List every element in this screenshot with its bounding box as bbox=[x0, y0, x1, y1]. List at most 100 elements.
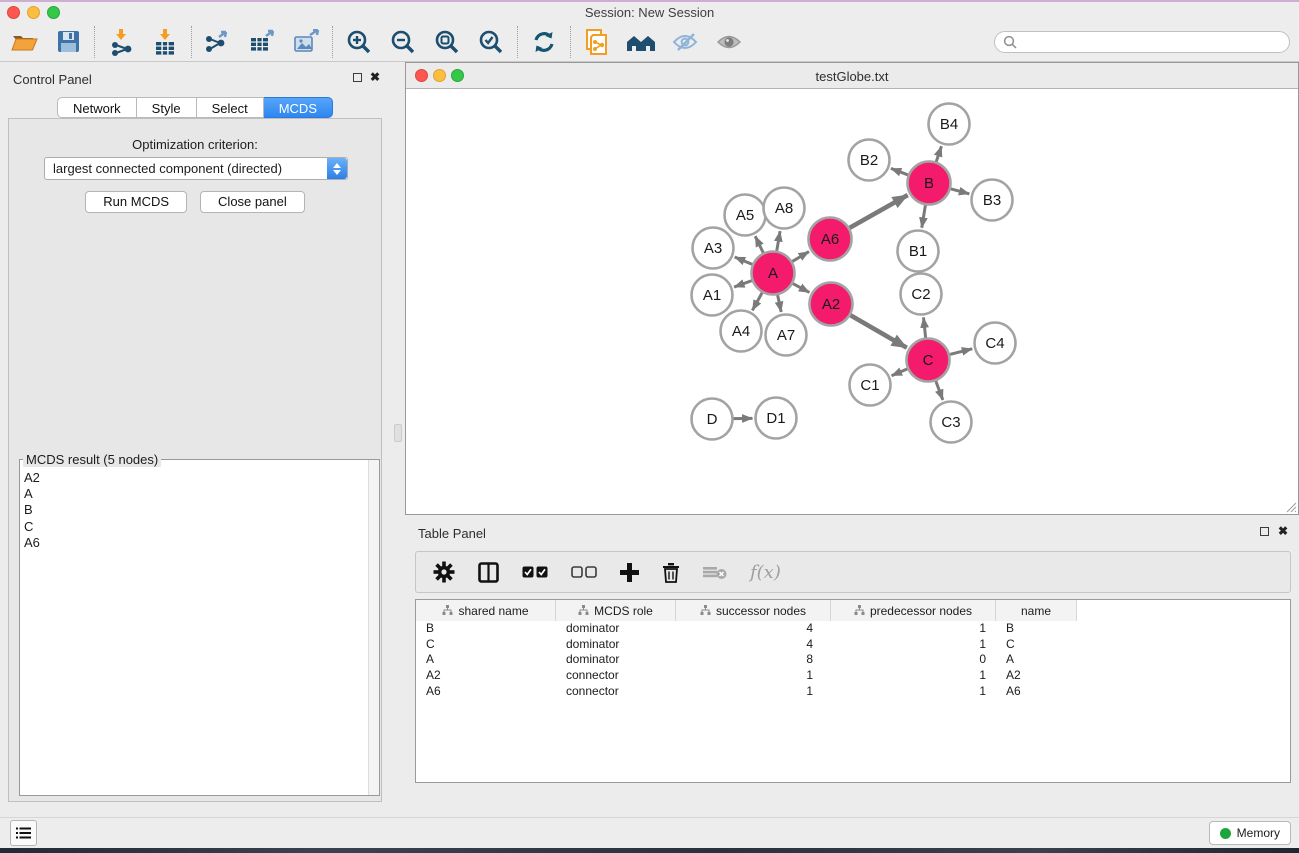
edge-A-A2[interactable] bbox=[793, 284, 810, 293]
node-A5[interactable]: A5 bbox=[725, 195, 766, 236]
tab-network[interactable]: Network bbox=[57, 97, 137, 118]
table-row[interactable]: Bdominator41B bbox=[416, 621, 1290, 637]
refresh-layout-button[interactable] bbox=[522, 24, 566, 60]
edge-A-A6[interactable] bbox=[792, 252, 809, 262]
close-panel-button[interactable]: Close panel bbox=[200, 191, 305, 213]
table-cell: B bbox=[416, 621, 556, 637]
toolbar-separator bbox=[332, 26, 333, 58]
task-history-button[interactable] bbox=[10, 820, 37, 846]
splitter-handle[interactable] bbox=[394, 424, 402, 442]
tab-mcds[interactable]: MCDS bbox=[264, 97, 333, 118]
edge-C-C4[interactable] bbox=[950, 349, 972, 355]
zoom-fit-button[interactable] bbox=[425, 24, 469, 60]
deselect-all-button[interactable] bbox=[571, 566, 597, 578]
node-B4[interactable]: B4 bbox=[929, 104, 970, 145]
node-C2[interactable]: C2 bbox=[901, 274, 942, 315]
scrollbar[interactable] bbox=[368, 460, 379, 795]
edge-A-A8[interactable] bbox=[777, 231, 780, 251]
node-C3[interactable]: C3 bbox=[931, 402, 972, 443]
mcds-result-item[interactable]: A2 bbox=[24, 470, 367, 486]
table-cell: A6 bbox=[996, 684, 1077, 700]
delete-column-button[interactable] bbox=[662, 562, 680, 583]
column-visibility-button[interactable] bbox=[478, 562, 499, 583]
save-session-button[interactable] bbox=[46, 24, 90, 60]
network-canvas[interactable]: A A1 A3A5A8A6 A2 A4A7 B B2 B4B3 B1 C C2 C4 C1 C3 D D1 bbox=[406, 90, 1298, 514]
node-B[interactable]: B bbox=[908, 162, 951, 205]
edge-B-B1[interactable] bbox=[922, 205, 926, 228]
add-column-button[interactable] bbox=[620, 563, 639, 582]
edge-C-C2[interactable] bbox=[923, 317, 925, 337]
node-B1[interactable]: B1 bbox=[898, 231, 939, 272]
memory-button[interactable]: Memory bbox=[1209, 821, 1291, 845]
open-session-button[interactable] bbox=[2, 24, 46, 60]
node-A7[interactable]: A7 bbox=[766, 315, 807, 356]
export-table-button[interactable] bbox=[240, 24, 284, 60]
table-row[interactable]: A6connector11A6 bbox=[416, 684, 1290, 700]
table-row[interactable]: Adominator80A bbox=[416, 652, 1290, 668]
edge-C-C3[interactable] bbox=[936, 381, 943, 400]
zoom-out-button[interactable] bbox=[381, 24, 425, 60]
edge-A-A4[interactable] bbox=[752, 293, 762, 311]
column-header-predecessor-nodes[interactable]: predecessor nodes bbox=[831, 600, 996, 621]
mcds-result-item[interactable]: A6 bbox=[24, 535, 367, 551]
duplicate-network-button[interactable] bbox=[575, 24, 619, 60]
node-A1[interactable]: A1 bbox=[692, 275, 733, 316]
node-C4[interactable]: C4 bbox=[975, 323, 1016, 364]
column-header-successor-nodes[interactable]: successor nodes bbox=[676, 600, 831, 621]
node-A6[interactable]: A6 bbox=[809, 218, 852, 261]
edge-A-A1[interactable] bbox=[734, 281, 752, 287]
tab-select[interactable]: Select bbox=[197, 97, 264, 118]
zoom-in-button[interactable] bbox=[337, 24, 381, 60]
node-A2[interactable]: A2 bbox=[810, 283, 853, 326]
column-header-shared-name[interactable]: shared name bbox=[416, 600, 556, 621]
search-input[interactable] bbox=[1022, 35, 1281, 49]
edge-A-A3[interactable] bbox=[735, 257, 753, 264]
node-A3[interactable]: A3 bbox=[693, 228, 734, 269]
export-image-button[interactable] bbox=[284, 24, 328, 60]
column-header-MCDS-role[interactable]: MCDS role bbox=[556, 600, 676, 621]
mcds-result-item[interactable]: A bbox=[24, 486, 367, 502]
edge-A-A5[interactable] bbox=[755, 236, 763, 253]
search-box[interactable] bbox=[994, 31, 1290, 53]
float-panel-icon[interactable] bbox=[353, 73, 362, 82]
import-table-button[interactable] bbox=[143, 24, 187, 60]
table-settings-button[interactable] bbox=[433, 561, 455, 583]
node-D1[interactable]: D1 bbox=[756, 398, 797, 439]
edge-B-B4[interactable] bbox=[936, 146, 941, 161]
mcds-result-item[interactable]: B bbox=[24, 502, 367, 518]
node-C1[interactable]: C1 bbox=[850, 365, 891, 406]
import-network-button[interactable] bbox=[99, 24, 143, 60]
optimization-criterion-select[interactable]: largest connected component (directed) bbox=[44, 157, 348, 180]
node-B3[interactable]: B3 bbox=[972, 180, 1013, 221]
show-all-button[interactable] bbox=[707, 24, 751, 60]
close-panel-icon[interactable]: ✖ bbox=[1278, 524, 1288, 538]
float-panel-icon[interactable] bbox=[1260, 527, 1269, 536]
edge-C-C1[interactable] bbox=[892, 369, 908, 376]
edge-B-B2[interactable] bbox=[891, 168, 908, 175]
edge-A2-C[interactable] bbox=[850, 315, 906, 348]
run-mcds-button[interactable]: Run MCDS bbox=[85, 191, 187, 213]
node-C[interactable]: C bbox=[907, 339, 950, 382]
mcds-result-list[interactable]: A2ABCA6 bbox=[20, 462, 367, 795]
node-table[interactable]: shared nameMCDS rolesuccessor nodesprede… bbox=[415, 599, 1291, 783]
export-network-button[interactable] bbox=[196, 24, 240, 60]
edge-A6-B[interactable] bbox=[850, 195, 908, 228]
hide-selected-button[interactable] bbox=[663, 24, 707, 60]
edge-B-B3[interactable] bbox=[951, 189, 970, 194]
edge-A-A7[interactable] bbox=[778, 295, 782, 312]
home-button[interactable] bbox=[619, 24, 663, 60]
close-panel-icon[interactable]: ✖ bbox=[370, 70, 380, 84]
select-all-button[interactable] bbox=[522, 566, 548, 578]
zoom-selected-button[interactable] bbox=[469, 24, 513, 60]
node-A4[interactable]: A4 bbox=[721, 311, 762, 352]
node-A8[interactable]: A8 bbox=[764, 188, 805, 229]
mcds-result-item[interactable]: C bbox=[24, 519, 367, 535]
node-D[interactable]: D bbox=[692, 399, 733, 440]
column-header-name[interactable]: name bbox=[996, 600, 1077, 621]
node-B2[interactable]: B2 bbox=[849, 140, 890, 181]
table-row[interactable]: Cdominator41C bbox=[416, 637, 1290, 653]
resize-grip-icon[interactable] bbox=[1283, 499, 1297, 513]
table-row[interactable]: A2connector11A2 bbox=[416, 668, 1290, 684]
node-A[interactable]: A bbox=[752, 252, 795, 295]
tab-style[interactable]: Style bbox=[137, 97, 197, 118]
